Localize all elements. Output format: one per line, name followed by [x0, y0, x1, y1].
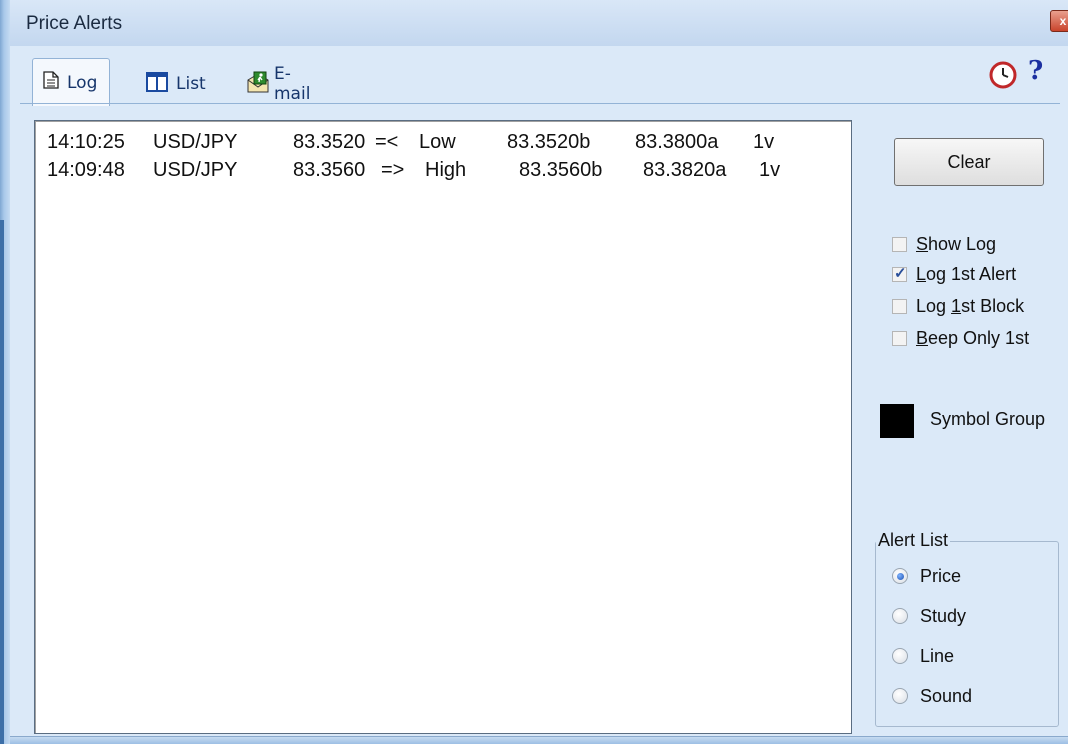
- log-bid: 83.3560b: [519, 159, 603, 181]
- checkbox-box[interactable]: [892, 330, 907, 346]
- log-price: 83.3560: [293, 159, 366, 181]
- log-volume: 1v: [759, 159, 781, 181]
- radio-button[interactable]: [892, 608, 908, 624]
- log-ask: 83.3820a: [643, 159, 727, 181]
- beep-only-first-checkbox[interactable]: Beep Only 1st: [892, 326, 1029, 350]
- radio-label: Line: [920, 645, 955, 666]
- tab-email[interactable]: E-mail: [246, 64, 310, 104]
- log-volume: 1v: [753, 131, 775, 153]
- checkbox-box[interactable]: [892, 236, 907, 252]
- log-level: High: [425, 159, 467, 181]
- alert-list-option-price[interactable]: Price: [892, 564, 961, 588]
- alert-list-option-line[interactable]: Line: [892, 644, 954, 668]
- title-bar[interactable]: Price Alerts x: [10, 0, 1068, 46]
- log-first-alert-checkbox[interactable]: Log 1st Alert: [892, 262, 1016, 286]
- tab-list[interactable]: List: [146, 64, 206, 104]
- email-runner-icon: [246, 70, 270, 99]
- alert-log-list[interactable]: 14:10:25 USD/JPY 83.3520 =< Low 83.3520b…: [34, 120, 852, 734]
- clear-button[interactable]: Clear: [894, 138, 1044, 186]
- columns-icon: [146, 71, 168, 97]
- log-bid: 83.3520b: [507, 131, 591, 153]
- log-symbol: USD/JPY: [153, 131, 238, 153]
- radio-label: Sound: [920, 685, 973, 706]
- checkbox-box-checked[interactable]: [892, 264, 907, 282]
- log-time: 14:09:48: [47, 159, 125, 181]
- log-direction: =>: [381, 159, 405, 181]
- radio-button-selected[interactable]: [892, 568, 908, 584]
- checkbox-label: Beep Only 1st: [916, 327, 1030, 348]
- tab-log-label: Log: [67, 72, 98, 93]
- help-icon[interactable]: ?: [1028, 56, 1043, 86]
- checkbox-label: Log 1st Block: [916, 295, 1025, 316]
- log-symbol: USD/JPY: [153, 159, 238, 181]
- log-price: 83.3520: [293, 131, 366, 153]
- tab-baseline: [20, 103, 1060, 104]
- log-first-block-checkbox[interactable]: Log 1st Block: [892, 294, 1024, 318]
- tab-log[interactable]: Log: [32, 58, 111, 106]
- radio-label: Study: [920, 605, 967, 626]
- checkbox-label: Show Log: [916, 233, 997, 254]
- window-left-border: [0, 0, 10, 744]
- radio-button[interactable]: [892, 648, 908, 664]
- window-edge: [0, 220, 4, 744]
- radio-label: Price: [920, 565, 962, 586]
- alert-list-option-study[interactable]: Study: [892, 604, 966, 628]
- log-direction: =<: [375, 131, 399, 153]
- log-ask: 83.3800a: [635, 131, 719, 153]
- document-icon: [43, 71, 59, 94]
- log-row[interactable]: 14:09:48 USD/JPY 83.3560 => High 83.3560…: [47, 159, 780, 389]
- tab-list-label: List: [176, 74, 206, 94]
- checkbox-label: Log 1st Alert: [916, 263, 1017, 284]
- window-title: Price Alerts: [26, 13, 123, 34]
- log-time: 14:10:25: [47, 131, 125, 153]
- checkbox-box[interactable]: [892, 298, 907, 314]
- symbol-group-label: Symbol Group: [930, 409, 1046, 429]
- close-button[interactable]: x: [1050, 10, 1068, 32]
- window-bottom-border: [10, 736, 1068, 744]
- alert-list-option-sound[interactable]: Sound: [892, 684, 972, 708]
- tab-email-label: E-mail: [274, 64, 311, 104]
- clock-icon[interactable]: [988, 60, 1018, 90]
- radio-button[interactable]: [892, 688, 908, 704]
- alert-list-legend: Alert List: [876, 530, 951, 551]
- log-level: Low: [419, 131, 456, 153]
- show-log-checkbox[interactable]: Show Log: [892, 232, 996, 256]
- symbol-group-color-swatch[interactable]: [880, 404, 914, 438]
